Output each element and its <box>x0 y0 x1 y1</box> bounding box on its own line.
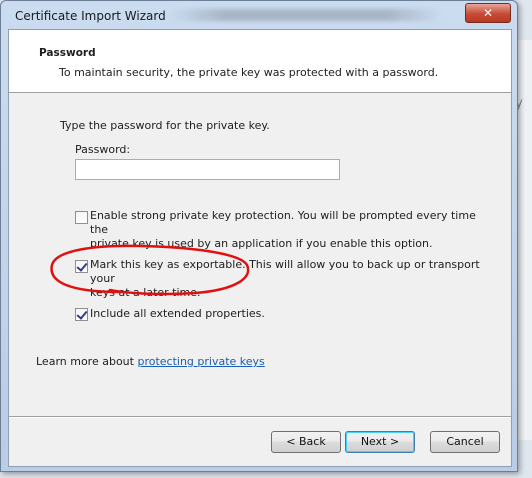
next-button[interactable]: Next > <box>345 431 415 453</box>
back-button[interactable]: < Back <box>271 431 341 453</box>
protecting-private-keys-link[interactable]: protecting private keys <box>137 355 264 368</box>
option-text-line: private key is used by an application if… <box>90 237 433 250</box>
option-text-line: Include all extended properties. <box>90 307 265 320</box>
strong-protection-checkbox[interactable] <box>75 211 88 224</box>
title-bar[interactable]: Certificate Import Wizard ✕ <box>1 1 517 29</box>
learn-more-text: Learn more about protecting private keys <box>36 355 265 368</box>
strong-protection-label[interactable]: Enable strong private key protection. Yo… <box>90 209 490 251</box>
exportable-label[interactable]: Mark this key as exportable. This will a… <box>90 258 490 300</box>
window-title: Certificate Import Wizard <box>15 9 166 23</box>
redacted-title-text <box>171 9 441 21</box>
option-text-line: keys at a later time. <box>90 286 201 299</box>
page-subtitle: To maintain security, the private key wa… <box>59 66 439 79</box>
wizard-header: Password To maintain security, the priva… <box>9 30 511 93</box>
close-icon: ✕ <box>482 6 494 20</box>
exportable-checkbox[interactable] <box>75 260 88 273</box>
learn-more-prefix: Learn more about <box>36 355 138 368</box>
password-label: Password: <box>75 143 131 156</box>
extended-properties-label[interactable]: Include all extended properties. <box>90 307 490 321</box>
page-title: Password <box>39 47 96 59</box>
extended-properties-checkbox[interactable] <box>75 308 88 321</box>
certificate-import-wizard-window: Certificate Import Wizard ✕ Password To … <box>0 0 518 472</box>
button-separator <box>9 416 511 418</box>
password-instruction: Type the password for the private key. <box>60 119 270 132</box>
wizard-client-area: Password To maintain security, the priva… <box>8 29 512 467</box>
option-text-line: Mark this key as exportable. This will a… <box>90 258 480 285</box>
option-text-line: Enable strong private key protection. Yo… <box>90 209 476 236</box>
cancel-button[interactable]: Cancel <box>430 431 500 453</box>
password-input[interactable] <box>75 159 340 180</box>
close-button[interactable]: ✕ <box>465 3 511 23</box>
